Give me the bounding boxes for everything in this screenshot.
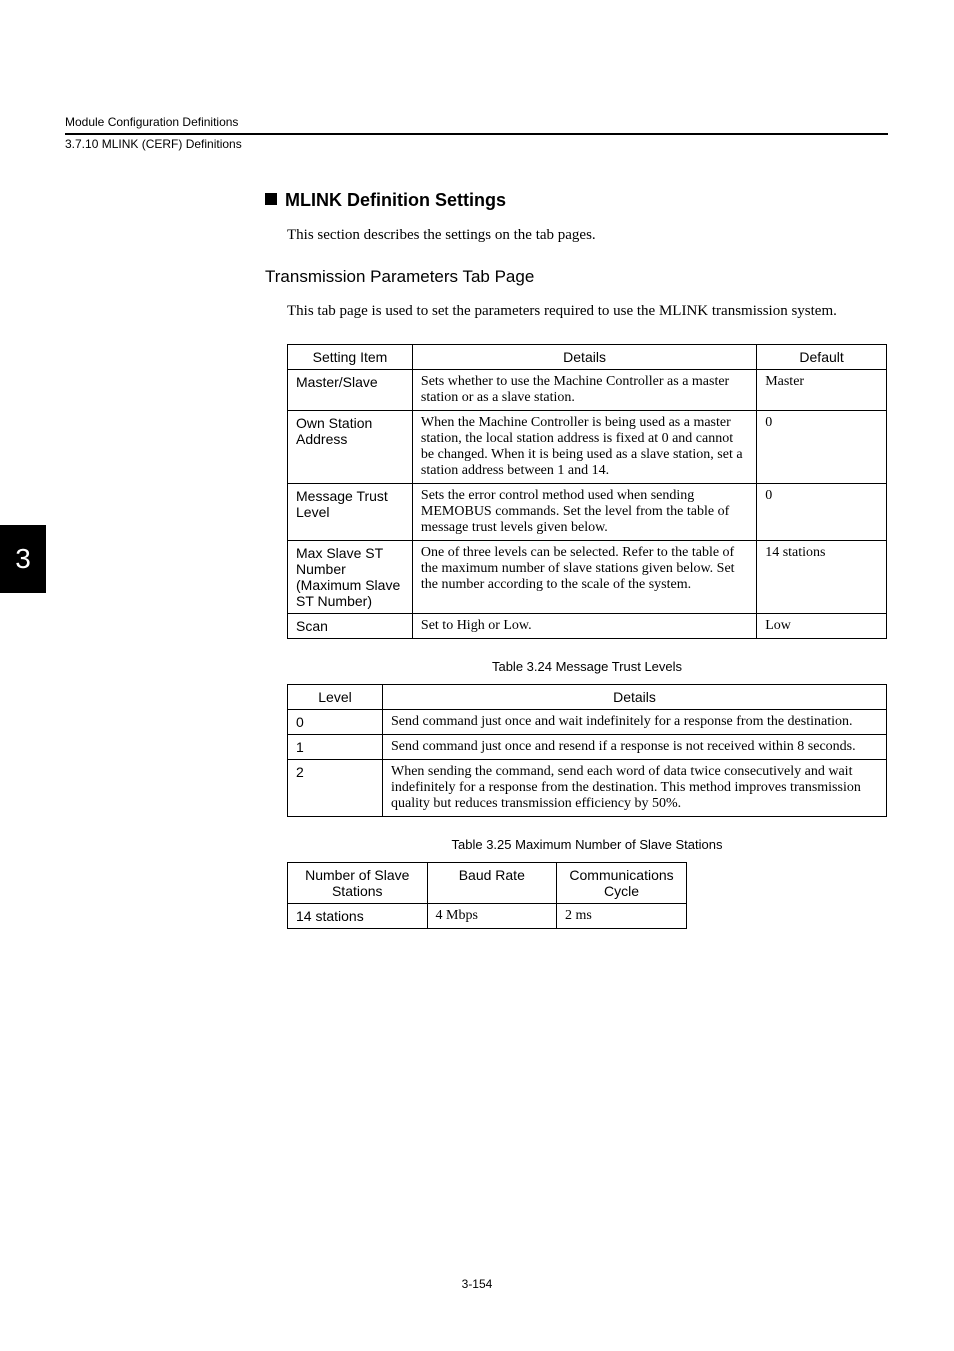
cell-details: When the Machine Controller is being use… [412, 410, 756, 483]
trust-levels-table: Level Details 0 Send command just once a… [287, 684, 887, 817]
table2-caption: Table 3.24 Message Trust Levels [287, 659, 887, 674]
settings-table: Setting Item Details Default Master/Slav… [287, 344, 887, 639]
slave-stations-table: Number of Slave Stations Baud Rate Commu… [287, 862, 687, 929]
bullet-square-icon [265, 193, 277, 205]
col-stations: Number of Slave Stations [288, 862, 428, 903]
cell-default: 14 stations [757, 540, 887, 613]
cell-default: 0 [757, 483, 887, 540]
cell-details: Sets the error control method used when … [412, 483, 756, 540]
table-row: Scan Set to High or Low. Low [288, 613, 887, 638]
cell-level: 0 [288, 709, 383, 734]
cell-stations: 14 stations [288, 903, 428, 928]
cell-default: Low [757, 613, 887, 638]
cell-item: Master/Slave [288, 369, 413, 410]
page-number: 3-154 [0, 1277, 954, 1291]
cell-default: Master [757, 369, 887, 410]
col-baud: Baud Rate [427, 862, 557, 903]
col-level: Level [288, 684, 383, 709]
runhead-section: 3.7.10 MLINK (CERF) Definitions [65, 137, 888, 151]
table-row: Max Slave ST Number (Maximum Slave ST Nu… [288, 540, 887, 613]
cell-level: 2 [288, 759, 383, 816]
col-details: Details [412, 344, 756, 369]
cell-item: Scan [288, 613, 413, 638]
table-row: 2 When sending the command, send each wo… [288, 759, 887, 816]
section-intro-text: This section describes the settings on t… [287, 225, 888, 245]
cell-item: Message Trust Level [288, 483, 413, 540]
table-row: 1 Send command just once and resend if a… [288, 734, 887, 759]
table-row: Master/Slave Sets whether to use the Mac… [288, 369, 887, 410]
page: Module Configuration Definitions 3.7.10 … [0, 0, 954, 1351]
cell-details: Sets whether to use the Machine Controll… [412, 369, 756, 410]
table-header-row: Setting Item Details Default [288, 344, 887, 369]
col-cycle: Communications Cycle [557, 862, 687, 903]
col-details: Details [383, 684, 887, 709]
chapter-tab: 3 [0, 525, 46, 593]
cell-details: Send command just once and wait indefini… [383, 709, 887, 734]
table-row: Own Station Address When the Machine Con… [288, 410, 887, 483]
col-default: Default [757, 344, 887, 369]
cell-details: When sending the command, send each word… [383, 759, 887, 816]
cell-details: One of three levels can be selected. Ref… [412, 540, 756, 613]
cell-details: Send command just once and resend if a r… [383, 734, 887, 759]
runhead-chapter: Module Configuration Definitions [65, 115, 888, 135]
table-header-row: Level Details [288, 684, 887, 709]
table-row: 14 stations 4 Mbps 2 ms [288, 903, 687, 928]
cell-default: 0 [757, 410, 887, 483]
cell-cycle: 2 ms [557, 903, 687, 928]
col-setting-item: Setting Item [288, 344, 413, 369]
subsection-heading: Transmission Parameters Tab Page [265, 267, 888, 287]
subsection-intro-text: This tab page is used to set the paramet… [287, 301, 888, 321]
content-column: MLINK Definition Settings This section d… [265, 190, 888, 949]
table3-caption: Table 3.25 Maximum Number of Slave Stati… [287, 837, 887, 852]
cell-level: 1 [288, 734, 383, 759]
section-heading-text: MLINK Definition Settings [285, 190, 506, 210]
table-row: 0 Send command just once and wait indefi… [288, 709, 887, 734]
cell-item: Own Station Address [288, 410, 413, 483]
cell-details: Set to High or Low. [412, 613, 756, 638]
running-head: Module Configuration Definitions 3.7.10 … [65, 115, 888, 151]
table-header-row: Number of Slave Stations Baud Rate Commu… [288, 862, 687, 903]
cell-baud: 4 Mbps [427, 903, 557, 928]
section-heading: MLINK Definition Settings [265, 190, 888, 211]
cell-item: Max Slave ST Number (Maximum Slave ST Nu… [288, 540, 413, 613]
table-row: Message Trust Level Sets the error contr… [288, 483, 887, 540]
